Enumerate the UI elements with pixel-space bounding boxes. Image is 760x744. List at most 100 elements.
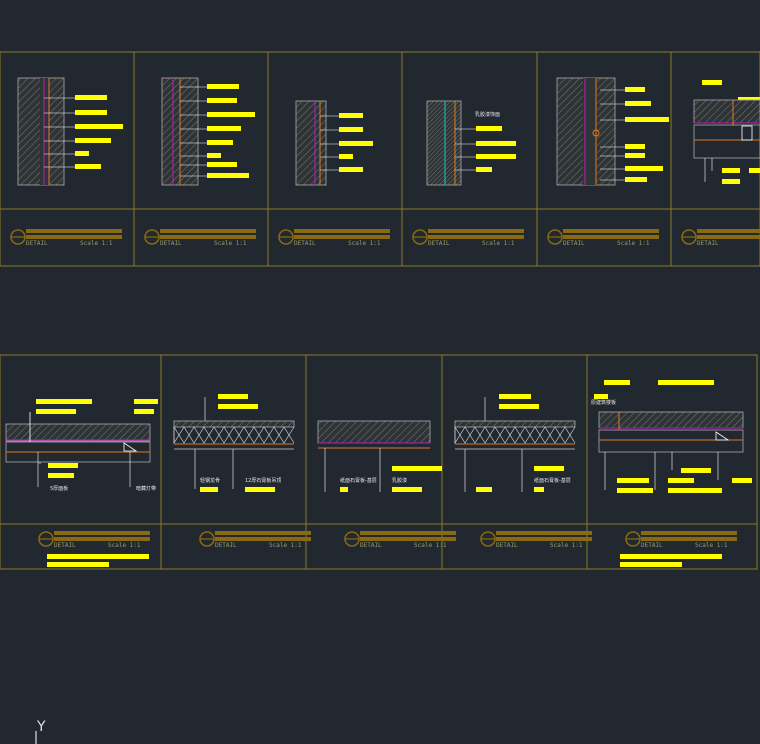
annotation-label-bar	[625, 153, 645, 158]
detail-label: DETAIL	[294, 240, 316, 247]
annotation-note: 乳胶漆饰面	[475, 111, 500, 118]
annotation-label-bar	[625, 101, 651, 106]
scale-label: Scale 1:1	[695, 542, 728, 549]
annotation-label-bar	[625, 144, 645, 149]
detail-label: DETAIL	[496, 542, 518, 549]
annotation-label-bar	[499, 404, 539, 409]
annotation-note: 轻钢龙骨	[200, 477, 220, 484]
annotation-note: 纸面石膏板-基层	[534, 477, 571, 484]
annotation-label-bar	[749, 168, 760, 173]
annotation-label-bar	[339, 113, 363, 118]
detail-sheet-row-2: DETAIL Scale 1:1 5厚面板 暗藏灯带 DETAIL Scale 1:1 轻钢…	[0, 354, 758, 570]
annotation-label-bar	[75, 151, 89, 156]
annotation-label-bar	[245, 487, 275, 492]
detail-label: DETAIL	[428, 240, 450, 247]
annotation-label-bar	[48, 463, 78, 468]
annotation-note: 乳胶漆	[392, 477, 407, 484]
title-bar	[215, 531, 311, 535]
detail-label: DETAIL	[563, 240, 585, 247]
slab-hatch	[173, 420, 295, 428]
annotation-label-bar	[207, 126, 241, 131]
annotation-label-bar	[534, 466, 564, 471]
scale-label: Scale 1:1	[269, 542, 302, 549]
annotation-label-bar	[594, 394, 608, 399]
annotation-label-bar	[207, 153, 221, 158]
scale-label: Scale 1:1	[414, 542, 447, 549]
detail-panel-4: DETAIL Scale 1:1 乳胶漆饰面	[412, 100, 524, 247]
annotation-label-bar	[207, 162, 237, 167]
title-bar	[428, 235, 524, 239]
annotation-label-bar	[47, 562, 109, 567]
annotation-label-bar	[75, 95, 107, 100]
detail-label: DETAIL	[160, 240, 182, 247]
annotation-label-bar	[75, 110, 107, 115]
annotation-label-bar	[36, 399, 92, 404]
slab-hatch	[454, 420, 576, 428]
title-bar	[294, 235, 390, 239]
annotation-label-bar	[207, 112, 255, 117]
annotation-label-bar	[625, 166, 663, 171]
title-bar	[428, 229, 524, 233]
annotation-label-bar	[218, 404, 258, 409]
detail-panel-row2-3: DETAIL Scale 1:1 纸面石膏板-基层 乳胶漆	[317, 420, 456, 549]
annotation-label-bar	[625, 177, 647, 182]
title-bar	[160, 235, 256, 239]
detail-panel-2: DETAIL Scale 1:1	[144, 77, 256, 247]
scale-label: Scale 1:1	[108, 542, 141, 549]
annotation-label-bar	[207, 84, 239, 89]
annotation-label-bar	[681, 468, 711, 473]
cad-drawing-canvas[interactable]: DETAIL Scale 1:1 DETAIL Scale 1:1 DETAIL Scal…	[0, 0, 760, 744]
sheet-frame	[0, 51, 760, 267]
lamp-symbol	[715, 431, 730, 441]
insulation-zigzag	[454, 425, 576, 444]
title-bar	[54, 537, 150, 541]
scale-label: Scale 1:1	[348, 240, 381, 247]
detail-label: DETAIL	[641, 542, 663, 549]
slab-hatch	[598, 411, 744, 429]
annotation-label-bar	[722, 179, 740, 184]
annotation-label-bar	[702, 80, 722, 85]
annotation-label-bar	[658, 380, 714, 385]
annotation-label-bar	[625, 87, 645, 92]
scale-label: Scale 1:1	[550, 542, 583, 549]
title-bar	[697, 235, 760, 239]
light-fixture	[741, 125, 753, 141]
annotation-note: 12厚石膏板吊顶	[245, 477, 281, 484]
annotation-label-bar	[47, 554, 149, 559]
slab-hatch	[693, 99, 760, 124]
annotation-label-bar	[75, 124, 123, 129]
scale-label: Scale 1:1	[214, 240, 247, 247]
annotation-label-bar	[339, 154, 353, 159]
annotation-label-bar	[392, 466, 442, 471]
annotation-label-bar	[476, 126, 502, 131]
slab-hatch	[5, 423, 151, 442]
slab-hatch	[317, 420, 431, 444]
detail-sheet-row-1: DETAIL Scale 1:1 DETAIL Scale 1:1 DETAIL Scal…	[0, 51, 760, 267]
annotation-label-bar	[207, 173, 249, 178]
detail-panel-row2-4: DETAIL Scale 1:1 纸面石膏板-基层	[454, 394, 592, 549]
title-bar	[496, 537, 592, 541]
annotation-label-bar	[75, 164, 101, 169]
title-bar	[54, 531, 150, 535]
annotation-label-bar	[48, 473, 74, 478]
annotation-note: 5厚面板	[50, 485, 68, 492]
annotation-label-bar	[207, 98, 237, 103]
title-bar	[360, 537, 456, 541]
insulation-zigzag	[173, 426, 295, 445]
title-bar	[697, 229, 760, 233]
ucs-axis-icon: Y	[35, 719, 46, 744]
annotation-note: 暗藏灯带	[136, 485, 156, 492]
title-bar	[160, 229, 256, 233]
annotation-label-bar	[476, 154, 516, 159]
detail-label: DETAIL	[697, 240, 719, 247]
annotation-label-bar	[668, 488, 722, 493]
title-bar	[563, 235, 659, 239]
detail-panel-row2-5: DETAIL Scale 1:1 原建筑楼板	[591, 380, 752, 567]
annotation-label-bar	[340, 487, 348, 492]
scale-label: Scale 1:1	[482, 240, 515, 247]
annotation-label-bar	[200, 487, 218, 492]
annotation-label-bar	[207, 140, 233, 145]
annotation-label-bar	[617, 478, 649, 483]
annotation-label-bar	[339, 127, 363, 132]
title-bar	[215, 537, 311, 541]
